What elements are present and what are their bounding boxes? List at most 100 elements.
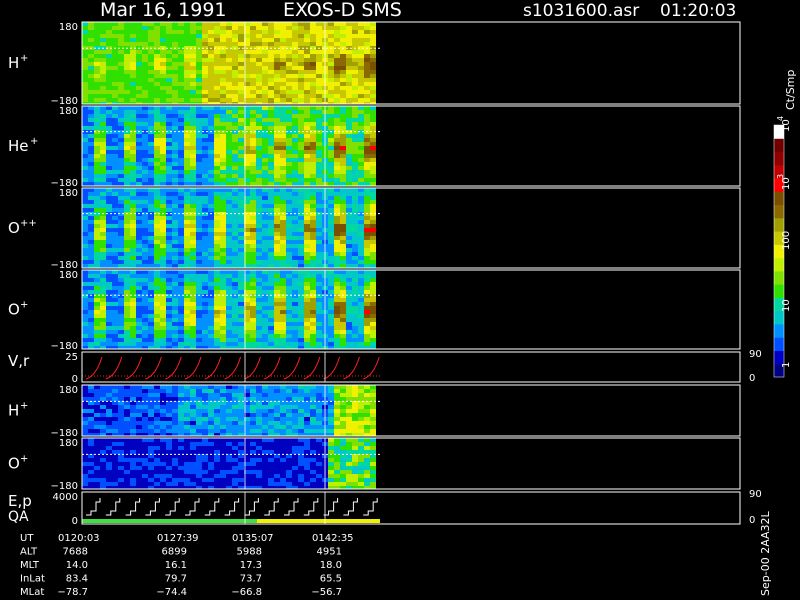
heat-cell [292,192,298,196]
heat-cell [238,34,244,38]
heat-cell [172,78,178,82]
heat-cell [148,216,154,220]
heat-cell [208,162,214,166]
heat-cell [154,252,160,256]
heat-cell [184,106,190,110]
heat-cell [160,282,166,286]
heat-cell [88,178,94,182]
heat-cell [94,142,100,146]
heat-cell [250,232,256,236]
heat-cell [88,122,94,126]
heat-cell [328,38,334,42]
heat-cell [172,248,178,252]
heat-cell [82,90,88,94]
heat-cell [310,30,316,34]
heat-cell [202,314,208,318]
heat-cell [292,170,298,174]
heat-cell [166,90,172,94]
heat-cell [358,106,364,110]
heat-cell [184,114,190,118]
heat-cell [166,66,172,70]
heat-cell [178,134,184,138]
heat-cell [352,425,358,429]
heat-cell [196,26,202,30]
heat-cell [112,58,118,62]
heat-cell [250,278,256,282]
heat-cell [364,118,370,122]
heat-cell [202,70,208,74]
heat-cell [346,294,352,298]
heat-cell [148,294,154,298]
heat-cell [106,26,112,30]
heat-cell [100,138,106,142]
heat-cell [232,74,238,78]
heat-cell [154,192,160,196]
heat-cell [226,154,232,158]
heat-cell [178,114,184,118]
heat-cell [118,42,124,46]
heat-cell [190,74,196,78]
heat-cell [172,178,178,182]
heat-cell [250,26,256,30]
heat-cell [280,62,286,66]
heat-cell [232,256,238,260]
heat-cell [172,154,178,158]
heat-cell [172,86,178,90]
heat-cell [310,178,316,182]
heat-cell [172,30,178,34]
heat-cell [358,204,364,208]
heat-cell [202,162,208,166]
heat-cell [106,342,112,346]
heat-cell [238,38,244,42]
heat-cell [130,290,136,294]
heat-cell [250,150,256,154]
heat-cell [304,50,310,54]
heat-cell [178,30,184,34]
heat-cell [118,150,124,154]
heat-cell [172,66,178,70]
heat-cell [220,322,226,326]
heat-cell [220,429,226,433]
heat-cell [334,409,340,413]
heat-cell [214,110,220,114]
heat-cell [190,244,196,248]
heat-cell [118,158,124,162]
heat-cell [178,110,184,114]
heat-cell [250,182,256,186]
heat-cell [220,174,226,178]
heat-cell [160,318,166,322]
heat-cell [154,294,160,298]
heat-cell [106,278,112,282]
heat-cell [142,458,148,462]
heat-cell [112,302,118,306]
heat-cell [136,260,142,264]
heat-cell [310,240,316,244]
heat-cell [88,240,94,244]
heat-cell [340,228,346,232]
heat-cell [202,118,208,122]
heat-cell [100,278,106,282]
heat-cell [316,42,322,46]
heat-cell [142,106,148,110]
heat-cell [214,393,220,397]
heat-cell [160,442,166,446]
heat-cell [316,232,322,236]
heat-cell [214,54,220,58]
heat-cell [124,38,130,42]
heat-cell [310,208,316,212]
heat-cell [166,326,172,330]
heat-cell [208,302,214,306]
heat-cell [178,302,184,306]
heat-cell [274,26,280,30]
heat-cell [190,188,196,192]
heat-cell [166,240,172,244]
heat-cell [154,34,160,38]
heat-cell [352,78,358,82]
heat-cell [88,232,94,236]
heat-cell [178,256,184,260]
heat-cell [166,478,172,482]
heat-cell [124,110,130,114]
heat-cell [370,409,376,413]
heat-cell [94,429,100,433]
heat-cell [358,182,364,186]
